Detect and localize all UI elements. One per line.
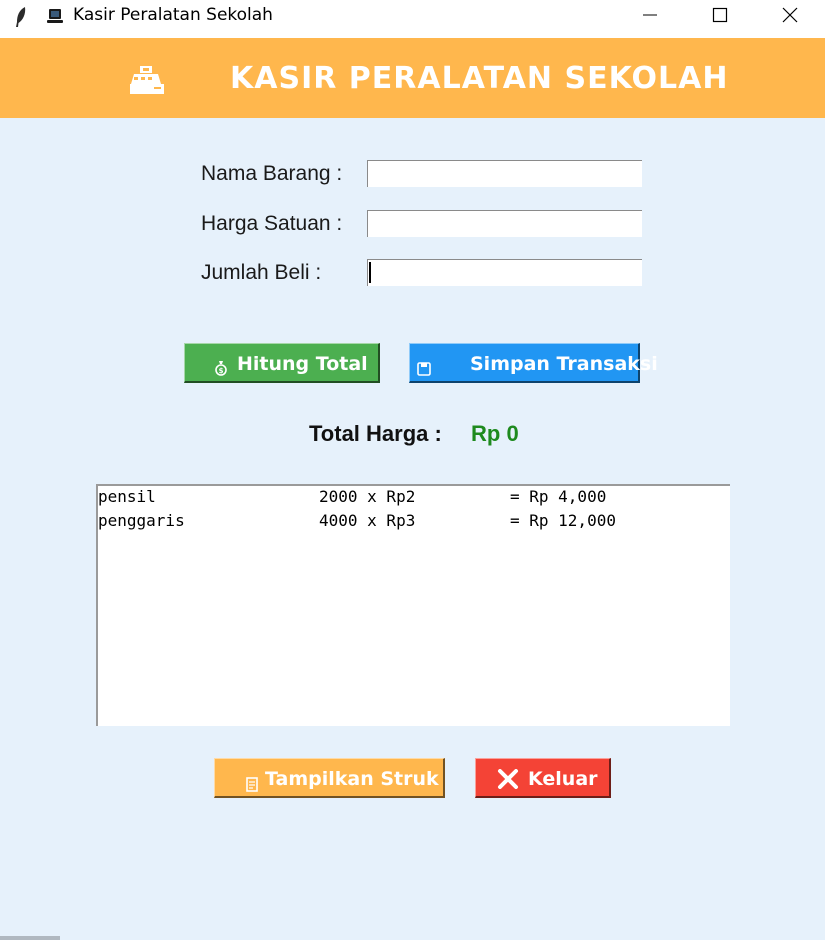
keluar-button[interactable]: Keluar <box>475 758 611 798</box>
close-x-icon <box>498 769 518 789</box>
tampilkan-struk-button[interactable]: Tampilkan Struk <box>214 758 445 798</box>
list-item: pensil 2000 x Rp2 = Rp 4,000 <box>98 487 606 509</box>
simpan-transaksi-button[interactable]: Simpan Transaksi <box>409 343 658 383</box>
receipt-subtotal: = Rp 12,000 <box>510 511 616 530</box>
receipt-item-name: penggaris <box>98 511 185 530</box>
close-button[interactable] <box>760 0 820 30</box>
hitung-total-button[interactable]: $ Hitung Total <box>184 343 380 383</box>
svg-text:$: $ <box>219 367 224 375</box>
receipt-textarea[interactable]: pensil 2000 x Rp2 = Rp 4,000 penggaris 4… <box>96 484 730 726</box>
list-item: penggaris 4000 x Rp3 = Rp 12,000 <box>98 511 616 533</box>
cash-register-icon <box>130 66 164 94</box>
jumlah-beli-label: Jumlah Beli : <box>201 261 322 284</box>
feather-icon <box>16 7 26 27</box>
money-bag-icon: $ <box>215 361 227 376</box>
window-titlebar: Kasir Peralatan Sekolah <box>0 0 825 39</box>
minimize-icon <box>643 14 657 16</box>
text-cursor <box>369 262 371 283</box>
jumlah-beli-input[interactable] <box>367 259 642 286</box>
app-title: KASIR PERALATAN SEKOLAH <box>230 61 729 96</box>
harga-satuan-input[interactable] <box>367 210 642 237</box>
floppy-disk-icon <box>417 362 431 376</box>
taskbar-edge <box>0 936 60 940</box>
total-harga-value: Rp 0 <box>471 421 519 446</box>
receipt-qty-price: 2000 x Rp2 <box>319 487 416 506</box>
tampilkan-struk-label: Tampilkan Struk <box>265 768 439 790</box>
total-harga-label: Total Harga : <box>309 421 442 446</box>
maximize-icon <box>712 7 728 23</box>
app-header: KASIR PERALATAN SEKOLAH <box>0 38 825 118</box>
simpan-transaksi-label: Simpan Transaksi <box>470 353 658 375</box>
laptop-icon <box>47 9 63 23</box>
keluar-label: Keluar <box>528 768 598 790</box>
receipt-qty-price: 4000 x Rp3 <box>319 511 416 530</box>
maximize-button[interactable] <box>690 0 750 30</box>
receipt-item-name: pensil <box>98 487 156 506</box>
close-icon <box>782 7 798 23</box>
nama-barang-label: Nama Barang : <box>201 162 343 185</box>
window-title: Kasir Peralatan Sekolah <box>73 5 273 25</box>
receipt-subtotal: = Rp 4,000 <box>510 487 607 506</box>
receipt-icon <box>246 777 258 792</box>
hitung-total-label: Hitung Total <box>237 353 368 375</box>
harga-satuan-label: Harga Satuan : <box>201 212 343 235</box>
minimize-button[interactable] <box>620 0 680 30</box>
nama-barang-input[interactable] <box>367 160 642 187</box>
